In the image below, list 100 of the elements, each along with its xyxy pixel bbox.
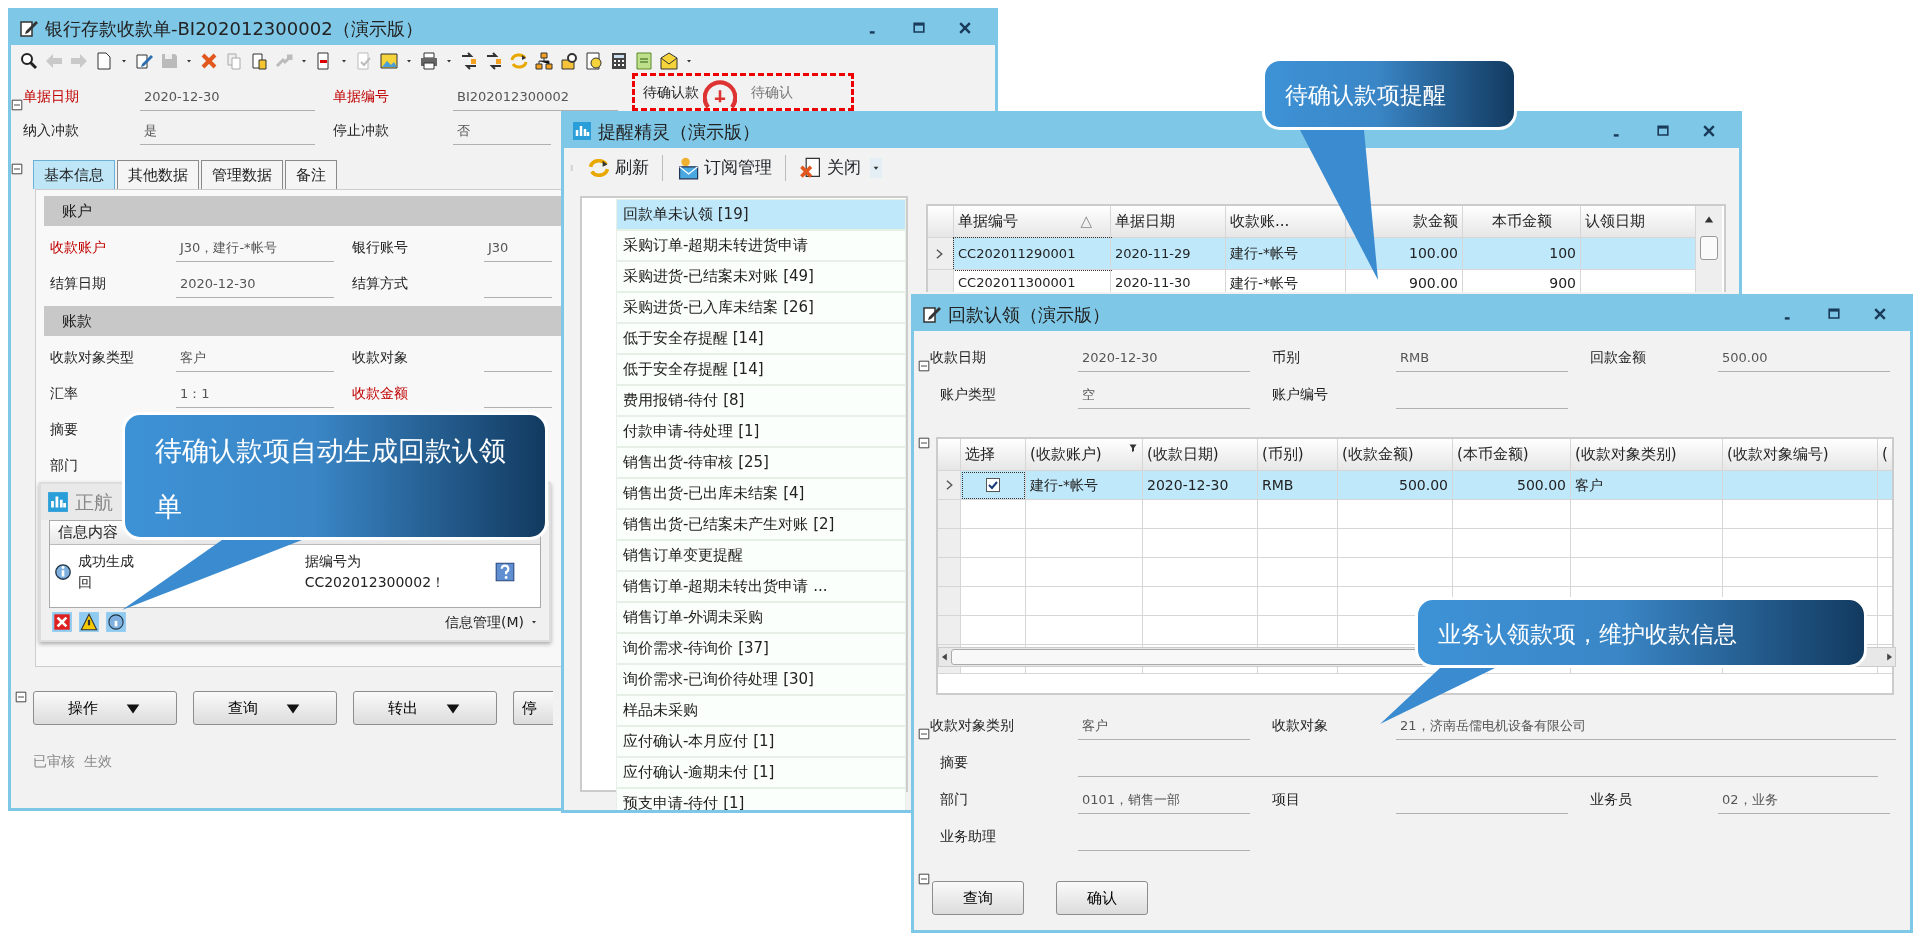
printer-icon[interactable] bbox=[419, 51, 439, 71]
list-item[interactable]: 询价需求-已询价待处理 [30] bbox=[616, 664, 906, 695]
input-field[interactable]: RMB bbox=[1396, 346, 1568, 372]
list-item[interactable]: 销售出货-已结案未产生对账 [2] bbox=[616, 509, 906, 540]
column-header[interactable]: 本币金额 bbox=[1463, 206, 1581, 238]
column-header[interactable]: (收款对象编号) bbox=[1723, 439, 1878, 471]
check-doc-icon[interactable] bbox=[354, 51, 374, 71]
swap-icon[interactable] bbox=[459, 51, 479, 71]
tree-icon[interactable] bbox=[534, 51, 554, 71]
input-field[interactable]: 02，业务 bbox=[1718, 788, 1890, 814]
list-item[interactable]: 回款单未认领 [19] bbox=[616, 199, 906, 230]
dropdown-button[interactable]: 查询 bbox=[193, 691, 337, 725]
document-icon[interactable] bbox=[94, 51, 114, 71]
list-item[interactable]: 销售订单-外调未采购 bbox=[616, 602, 906, 633]
refresh-icon[interactable] bbox=[509, 51, 529, 71]
close-icon[interactable] bbox=[1872, 306, 1888, 322]
filter-icon[interactable] bbox=[1128, 443, 1138, 453]
column-header[interactable]: (收款金额) bbox=[1338, 439, 1453, 471]
list-item[interactable]: 采购进货-已结案未对账 [49] bbox=[616, 261, 906, 292]
list-item[interactable]: 应付确认-逾期未付 [1] bbox=[616, 757, 906, 788]
tab[interactable]: 备注 bbox=[285, 159, 337, 189]
list-item[interactable]: 预支申请-待付 [1] bbox=[616, 788, 906, 810]
list-item[interactable]: 费用报销-待付 [8] bbox=[616, 385, 906, 416]
note-icon[interactable] bbox=[634, 51, 654, 71]
caret-icon[interactable] bbox=[870, 158, 882, 178]
input-field[interactable]: J30，建行-*帐号 bbox=[176, 236, 334, 262]
column-header[interactable]: (本币金额) bbox=[1453, 439, 1571, 471]
list-item[interactable]: 销售订单-超期未转出货申请 ... bbox=[616, 571, 906, 602]
input-field[interactable]: 1：1 bbox=[176, 382, 334, 408]
help-icon[interactable] bbox=[494, 561, 516, 583]
input-field[interactable]: 500.00 bbox=[1718, 346, 1890, 372]
list-item[interactable]: 销售出货-已出库未结案 [4] bbox=[616, 478, 906, 509]
input-field[interactable]: 客户 bbox=[176, 346, 334, 372]
close-icon[interactable] bbox=[1701, 123, 1717, 139]
list-item[interactable]: 低于安全存提醒 [14] bbox=[616, 354, 906, 385]
calculator-icon[interactable] bbox=[609, 51, 629, 71]
input-field[interactable]: 2020-12-30 bbox=[140, 85, 315, 111]
column-header[interactable]: (收款对象类别) bbox=[1571, 439, 1723, 471]
clipboard-icon[interactable] bbox=[249, 51, 269, 71]
column-header[interactable]: (币别) bbox=[1258, 439, 1338, 471]
input-field[interactable]: 21，济南岳儒电机设备有限公司 bbox=[1396, 714, 1896, 740]
column-header[interactable]: 单据编号 △ bbox=[954, 206, 1111, 238]
picture-icon[interactable] bbox=[379, 51, 399, 71]
cross-icon[interactable] bbox=[199, 51, 219, 71]
collapse-icon[interactable] bbox=[918, 873, 930, 885]
collapse-icon[interactable] bbox=[918, 360, 930, 372]
checkbox[interactable] bbox=[986, 478, 1000, 492]
scroll-thumb[interactable] bbox=[1700, 236, 1718, 260]
error-filter-icon[interactable] bbox=[51, 611, 73, 633]
collapse-icon[interactable] bbox=[15, 691, 27, 703]
column-header[interactable]: 单据日期 bbox=[1111, 206, 1226, 238]
tab[interactable]: 管理数据 bbox=[201, 159, 283, 189]
list-item[interactable]: 询价需求-待询价 [37] bbox=[616, 633, 906, 664]
maximize-icon[interactable] bbox=[1826, 306, 1842, 322]
scrollbar[interactable] bbox=[1696, 206, 1722, 292]
input-field[interactable]: 2020-12-30 bbox=[1078, 346, 1250, 372]
toolbar-button[interactable]: 刷新 bbox=[586, 154, 650, 182]
collapse-icon[interactable] bbox=[11, 163, 23, 175]
input-field[interactable]: 2020-12-30 bbox=[176, 272, 334, 298]
input-field[interactable]: 空 bbox=[1078, 383, 1250, 409]
warning-icon[interactable] bbox=[78, 611, 100, 633]
clock-icon[interactable] bbox=[584, 51, 604, 71]
list-item[interactable]: 低于安全存提醒 [14] bbox=[616, 323, 906, 354]
column-header[interactable]: (收款日期) bbox=[1143, 439, 1258, 471]
list-item[interactable]: 样品未采购 bbox=[616, 695, 906, 726]
dropdown-button[interactable]: 操作 bbox=[33, 691, 177, 725]
list-item[interactable]: 采购进货-已入库未结案 [26] bbox=[616, 292, 906, 323]
maximize-icon[interactable] bbox=[1655, 123, 1671, 139]
collapse-icon[interactable] bbox=[918, 437, 930, 449]
toolbar-button[interactable]: 订阅管理 bbox=[675, 154, 773, 182]
tab[interactable]: 其他数据 bbox=[117, 159, 199, 189]
input-field[interactable]: 0101，销售一部 bbox=[1078, 788, 1250, 814]
column-header[interactable]: (收款账户) bbox=[1026, 439, 1143, 471]
column-header[interactable]: 选择 bbox=[961, 439, 1026, 471]
magnifier-icon[interactable] bbox=[19, 51, 39, 71]
toolbar-button[interactable]: 关闭 bbox=[798, 154, 862, 182]
list-item[interactable]: 采购订单-超期未转进货申请 bbox=[616, 230, 906, 261]
info-icon[interactable] bbox=[105, 611, 127, 633]
collapse-icon[interactable] bbox=[11, 99, 23, 111]
envelope-icon[interactable] bbox=[659, 51, 679, 71]
close-icon[interactable] bbox=[957, 20, 973, 36]
list-item[interactable]: 应付确认-本月应付 [1] bbox=[616, 726, 906, 757]
swap-icon[interactable] bbox=[484, 51, 504, 71]
dropdown-button[interactable]: 停 bbox=[513, 691, 553, 725]
tab[interactable]: 基本信息 bbox=[33, 159, 115, 189]
collapse-icon[interactable] bbox=[918, 728, 930, 740]
action-button[interactable]: 确认 bbox=[1056, 881, 1148, 915]
input-field[interactable]: 客户 bbox=[1078, 714, 1250, 740]
input-field[interactable]: 是 bbox=[140, 119, 315, 145]
list-item[interactable]: 销售出货-待审核 [25] bbox=[616, 447, 906, 478]
action-button[interactable]: 查询 bbox=[932, 881, 1024, 915]
column-header[interactable]: 认领日期 bbox=[1581, 206, 1696, 238]
menu-button[interactable]: 信息管理(M) bbox=[445, 611, 524, 633]
dropdown-button[interactable]: 转出 bbox=[353, 691, 497, 725]
input-field[interactable]: J30 bbox=[484, 236, 552, 262]
pencil-icon[interactable] bbox=[134, 51, 154, 71]
list-item[interactable]: 付款申请-待处理 [1] bbox=[616, 416, 906, 447]
lock-icon[interactable] bbox=[559, 51, 579, 71]
list-item[interactable]: 销售订单变更提醒 bbox=[616, 540, 906, 571]
input-field[interactable]: 否 bbox=[453, 119, 551, 145]
